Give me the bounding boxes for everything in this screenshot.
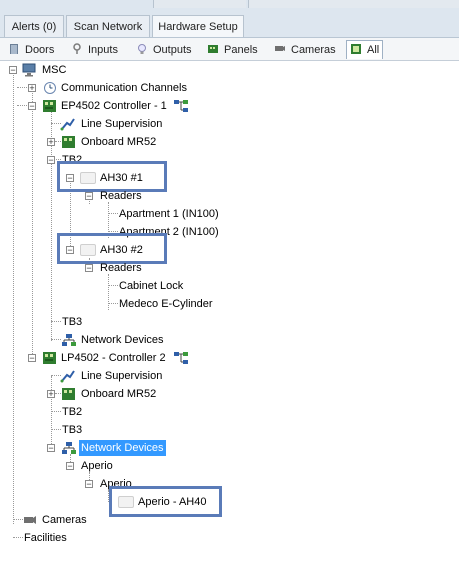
tree-label: TB3 (62, 316, 83, 328)
tab-inputs[interactable]: Inputs (71, 41, 118, 59)
tree-label: MSC (42, 64, 67, 76)
tab-outputs[interactable]: Outputs (136, 41, 192, 59)
camera-icon (275, 46, 285, 51)
tree-node-readers-2[interactable]: − Readers (0, 260, 200, 276)
tree-label: EP4502 Controller - 1 (61, 100, 167, 112)
network-link-icon (174, 352, 188, 364)
expand-icon[interactable]: + (47, 138, 55, 147)
tree-label: Cameras (42, 514, 87, 526)
tab-all-label: All (367, 44, 380, 56)
tree-node-line-supervision-1[interactable]: Line Supervision (0, 116, 260, 132)
tab-panels-label: Panels (224, 44, 258, 56)
tree-label: Medeco E-Cylinder (119, 298, 213, 310)
tab-cameras-label: Cameras (291, 44, 336, 56)
tree-node-facilities[interactable]: Facilities (0, 530, 200, 546)
hardware-tree: − MSC + Communication Channels − EP4502 … (0, 61, 459, 561)
collapse-icon[interactable]: − (47, 444, 55, 453)
tree-node-tb2-2[interactable]: TB2 (0, 404, 200, 420)
tab-panels[interactable]: Panels (207, 41, 258, 59)
tree-label: Readers (100, 262, 142, 274)
tab-doors-label: Doors (25, 44, 55, 56)
sub-tab-strip: Doors Inputs Outputs Panels Cameras All (0, 38, 459, 61)
tree-node-tb3-2[interactable]: TB3 (0, 422, 200, 438)
tab-doors[interactable]: Doors (8, 41, 54, 59)
tree-node-onboard-mr52-1[interactable]: + Onboard MR52 (0, 134, 260, 150)
tab-alerts[interactable]: Alerts (0) (4, 15, 64, 37)
network-icon (62, 334, 76, 346)
network-link-icon (174, 100, 188, 112)
tree-label: Network Devices (81, 334, 164, 346)
collapse-icon[interactable]: − (28, 354, 36, 363)
collapse-icon[interactable]: − (85, 480, 93, 489)
tree-node-apartment-1[interactable]: Apartment 1 (IN100) (0, 206, 260, 222)
computer-icon (22, 63, 36, 77)
board-icon (62, 388, 75, 400)
top-tab-strip: Alerts (0) Scan Network Hardware Setup (0, 0, 459, 38)
tree-node-cabinet-lock[interactable]: Cabinet Lock (0, 278, 260, 294)
tree-node-medeco[interactable]: Medeco E-Cylinder (0, 296, 260, 312)
tree-label: Readers (100, 190, 142, 202)
tree-label: Facilities (24, 532, 67, 544)
tab-cameras[interactable]: Cameras (274, 41, 336, 59)
collapse-icon[interactable]: − (85, 192, 93, 201)
clock-icon (44, 82, 56, 94)
tab-outputs-label: Outputs (153, 44, 192, 56)
tree-label: Onboard MR52 (81, 136, 157, 148)
tree-node-tb3-1[interactable]: TB3 (0, 314, 200, 330)
all-icon (351, 44, 361, 54)
line-supervision-icon (60, 118, 75, 131)
tree-label: Line Supervision (81, 370, 163, 382)
bulb-icon (138, 44, 146, 54)
tree-label: TB2 (62, 406, 83, 418)
input-icon (73, 43, 81, 54)
collapse-icon[interactable]: − (9, 66, 17, 75)
tree-label: TB3 (62, 424, 83, 436)
board-icon (62, 136, 75, 148)
tree-node-msc[interactable]: − MSC (0, 62, 200, 78)
tab-all[interactable]: All (346, 40, 384, 59)
tree-label-selected: Network Devices (79, 440, 166, 456)
collapse-icon[interactable]: − (47, 156, 55, 165)
expand-icon[interactable]: + (47, 390, 55, 399)
tree-label: Aperio (81, 460, 113, 472)
network-icon (62, 442, 76, 454)
tree-node-communication-channels[interactable]: + Communication Channels (0, 80, 260, 96)
door-icon (10, 44, 18, 54)
tab-scan-network[interactable]: Scan Network (66, 15, 150, 37)
expand-icon[interactable]: + (28, 84, 36, 93)
tab-strip-decoration (153, 0, 246, 8)
controller-board-icon (43, 352, 56, 364)
line-supervision-icon (60, 370, 75, 383)
tree-label: Line Supervision (81, 118, 163, 130)
tree-label: Onboard MR52 (81, 388, 157, 400)
collapse-icon[interactable]: − (66, 462, 74, 471)
tab-inputs-label: Inputs (88, 44, 118, 56)
tree-node-line-supervision-2[interactable]: Line Supervision (0, 368, 260, 384)
tree-node-network-devices-1[interactable]: Network Devices (0, 332, 260, 348)
tree-node-onboard-mr52-2[interactable]: + Onboard MR52 (0, 386, 260, 402)
collapse-icon[interactable]: − (85, 264, 93, 273)
tree-node-readers-1[interactable]: − Readers (0, 188, 200, 204)
tab-strip-decoration-right (248, 0, 459, 8)
tree-node-controller-2[interactable]: − LP4502 - Controller 2 (0, 350, 260, 366)
panel-icon (208, 45, 218, 53)
tree-node-cameras[interactable]: Cameras (0, 512, 200, 528)
camera-icon (24, 516, 36, 524)
collapse-icon[interactable]: − (28, 102, 36, 111)
controller-board-icon (43, 100, 56, 112)
tree-node-aperio-1[interactable]: − Aperio (0, 458, 200, 474)
tree-node-controller-1[interactable]: − EP4502 Controller - 1 (0, 98, 260, 114)
tab-hardware-setup[interactable]: Hardware Setup (152, 15, 244, 38)
tree-label: Apartment 1 (IN100) (119, 208, 219, 220)
tree-label: Communication Channels (61, 82, 187, 94)
tree-label: LP4502 - Controller 2 (61, 352, 166, 364)
tree-node-network-devices-2[interactable]: − Network Devices (0, 440, 260, 456)
tree-label: Cabinet Lock (119, 280, 184, 292)
